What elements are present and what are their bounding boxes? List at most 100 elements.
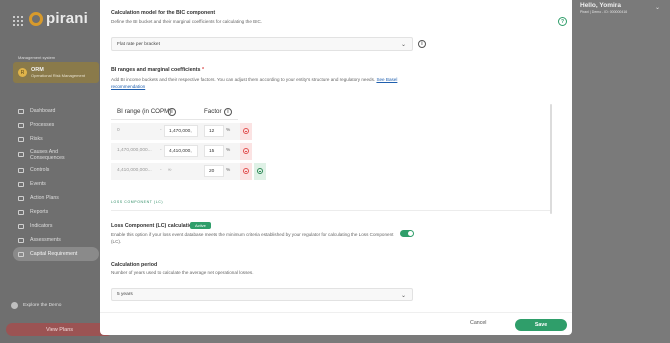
status-badge: Active [190,222,211,229]
brand-name: pirani [46,10,89,27]
sidebar-item-label: Events [30,181,46,187]
user-org-id: Pirani | Demo - ID: 000000416 [580,10,628,14]
management-system-label: Management system [18,55,56,60]
bi-range-row: 0 - 1,470,000, 12 % [111,123,267,140]
explore-icon [11,302,18,309]
factor-input[interactable]: 20 [204,165,224,177]
sidebar: pirani Management system R ORM Operation… [0,0,113,343]
risks-icon [18,136,24,142]
sidebar-item-label: Causes And Consequences [30,148,65,161]
section-divider [111,210,551,211]
calc-period-title: Calculation period [111,262,158,268]
range-to-input[interactable]: 1,470,000, [164,125,198,137]
loss-component-toggle[interactable] [400,230,414,237]
range-to-input[interactable]: 4,410,000, [164,145,198,157]
range-separator: - [160,128,162,133]
events-icon [18,181,24,187]
bi-range-row: 1,470,000,000... - 4,410,000, 15 % [111,143,267,160]
range-from: 0 [117,128,120,133]
dashboard-icon [18,108,24,114]
save-button[interactable]: Save [515,319,567,331]
bi-range-column-header: BI range (in COPM) [117,108,172,115]
minus-circle-icon [243,128,249,134]
calc-model-description: Define the BI bucket and their marginal … [111,19,263,24]
sidebar-item-indicators[interactable]: Indicators [13,219,99,233]
sidebar-item-dashboard[interactable]: Dashboard [13,104,99,118]
sidebar-item-label: Reports [30,209,49,215]
explore-label: Explore the Demo [23,303,62,308]
chevron-down-icon: ⌄ [400,293,406,299]
processes-icon [18,122,24,128]
explore-demo-link[interactable]: Explore the Demo [11,302,61,309]
capital-settings-modal: Calculation model for the BIC component … [100,0,572,335]
minus-circle-icon [243,148,249,154]
sidebar-item-label: Processes [30,122,55,128]
range-separator: - [160,168,162,173]
percent-unit: % [226,148,231,153]
indicators-icon [18,223,24,229]
range-separator: - [160,148,162,153]
info-icon[interactable]: i [168,108,176,116]
header-underline [111,119,238,120]
action-plans-icon [18,195,24,201]
range-from: 4,410,000,000... [117,168,152,173]
user-menu[interactable]: Hello, Yomira Pirani | Demo - ID: 000000… [572,0,670,20]
sidebar-item-reports[interactable]: Reports [13,205,99,219]
bi-range-row: 4,410,000,000... - ∞ 20 % [111,163,267,180]
sidebar-item-events[interactable]: Events [13,177,99,191]
calc-period-select[interactable]: 5 years ⌄ [111,288,413,301]
info-icon[interactable]: i [418,40,426,48]
remove-row-button[interactable] [240,123,252,140]
view-plans-button[interactable]: View Plans [6,323,113,336]
percent-unit: % [226,128,231,133]
calc-period-description: Number of years used to calculate the av… [111,270,254,275]
range-to-infinity: ∞ [168,168,172,173]
modal-scrollbar[interactable] [550,104,552,214]
sidebar-item-risks[interactable]: Risks [13,132,99,146]
loss-component-description: Enable this option if your loss event da… [111,232,394,244]
sidebar-nav: Dashboard Processes Risks Causes And Con… [13,104,99,261]
sidebar-item-assessments[interactable]: Assessments [13,233,99,247]
remove-row-button[interactable] [240,143,252,160]
user-greeting: Hello, Yomira [580,2,621,9]
help-circle-icon[interactable]: ? [558,17,567,26]
sidebar-item-causes[interactable]: Causes And Consequences [13,146,99,163]
module-badge: R [18,68,27,77]
loss-component-title: Loss Component (LC) calculation [111,223,196,229]
chevron-down-icon[interactable]: ⌄ [655,4,660,11]
sidebar-item-label: Risks [30,136,43,142]
sidebar-item-action-plans[interactable]: Action Plans [13,191,99,205]
modal-footer: Cancel Save [100,312,572,335]
apps-grid-icon[interactable] [13,16,23,26]
range-from: 1,470,000,000... [117,148,152,153]
sidebar-item-controls[interactable]: Controls [13,163,99,177]
info-icon[interactable]: i [224,108,232,116]
assessments-icon [18,237,24,243]
sidebar-item-label: Indicators [30,223,53,229]
modal-body: Calculation model for the BIC component … [100,0,572,312]
percent-unit: % [226,168,231,173]
factor-input[interactable]: 12 [204,125,224,137]
calc-period-selected: 5 years [117,292,133,297]
sidebar-item-processes[interactable]: Processes [13,118,99,132]
sidebar-item-capital-requirement[interactable]: Capital Requirement [13,247,99,261]
reports-icon [18,209,24,215]
brand-logo: pirani [29,10,88,27]
minus-circle-icon [243,168,249,174]
causes-icon [18,152,24,157]
capital-icon [18,251,24,257]
logo-mark-icon [29,11,43,26]
bi-ranges-description: Add BI income buckets and their respecti… [111,77,398,89]
factor-column-header: Factor [204,108,222,115]
loss-component-section-label: LOSS COMPONENT (LC) [111,200,164,204]
cancel-button[interactable]: Cancel [470,320,487,326]
calc-model-select[interactable]: Flat rate per bracket ⌄ [111,37,413,51]
chevron-down-icon: ⌄ [400,42,406,48]
module-selector[interactable]: R ORM Operational Risk Management [13,62,99,83]
sidebar-item-label: Action Plans [30,195,59,201]
add-row-button[interactable] [254,163,266,180]
factor-input[interactable]: 15 [204,145,224,157]
calc-model-title: Calculation model for the BIC component [111,10,216,16]
sidebar-item-label: Controls [30,167,50,173]
remove-row-button[interactable] [240,163,252,180]
